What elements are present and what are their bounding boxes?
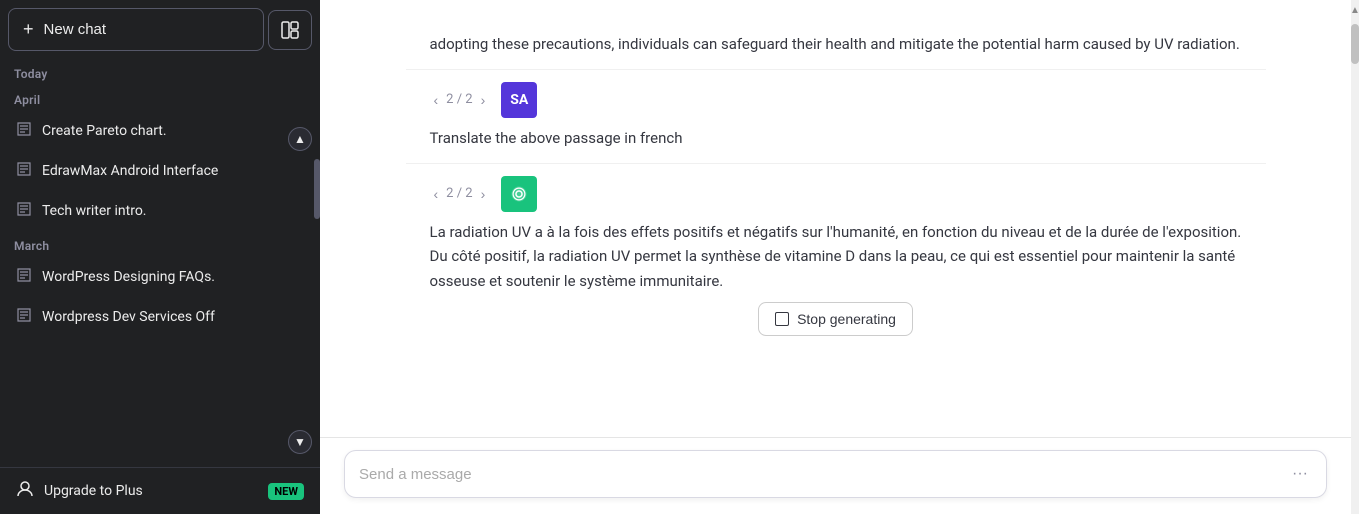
scroll-down-button[interactable]: ▼ <box>288 430 312 454</box>
sidebar: + New chat ▲ Today April Create Pareto c… <box>0 0 320 514</box>
scroll-up-arrow[interactable]: ▲ <box>1351 0 1359 20</box>
new-badge: NEW <box>268 483 304 500</box>
upgrade-label: Upgrade to Plus <box>44 483 143 499</box>
april-section-label: April <box>8 85 312 111</box>
ai-nav-controls: ‹ 2 / 2 › <box>430 184 490 204</box>
ai-next-button[interactable]: › <box>477 184 490 204</box>
chat-item-wordpress-faq[interactable]: WordPress Designing FAQs. <box>8 257 312 297</box>
window-scrollbar[interactable]: ▲ <box>1351 0 1359 514</box>
chat-label-tech-writer: Tech writer intro. <box>42 203 304 219</box>
ai-prev-button[interactable]: ‹ <box>430 184 443 204</box>
ai-message-text: La radiation UV a à la fois des effets p… <box>430 220 1242 294</box>
chat-item-edrawmax[interactable]: EdrawMax Android Interface <box>8 151 312 191</box>
scrollbar-thumb[interactable] <box>1351 24 1359 64</box>
stop-generating-label: Stop generating <box>797 311 896 327</box>
stop-btn-container: Stop generating <box>430 302 1242 336</box>
user-message-row: ‹ 2 / 2 › SA Translate the above passage… <box>406 69 1266 163</box>
user-nav-controls: ‹ 2 / 2 › <box>430 90 490 110</box>
user-message-header: ‹ 2 / 2 › SA <box>430 82 1242 118</box>
chat-scroll[interactable]: adopting these precautions, individuals … <box>320 0 1351 437</box>
user-avatar: SA <box>501 82 537 118</box>
new-chat-button[interactable]: + New chat <box>8 8 264 51</box>
ai-message-row: ‹ 2 / 2 › La radiation UV a à la fois de… <box>406 163 1266 356</box>
chat-item-wordpress-dev[interactable]: Wordpress Dev Services Off <box>8 297 312 337</box>
user-nav-counter: 2 / 2 <box>446 92 472 107</box>
ai-nav-counter: 2 / 2 <box>446 186 472 201</box>
chat-item-create-pareto[interactable]: Create Pareto chart. <box>8 111 312 151</box>
stop-generating-button[interactable]: Stop generating <box>758 302 913 336</box>
layout-icon <box>281 21 299 39</box>
chat-item-tech-writer[interactable]: Tech writer intro. <box>8 191 312 231</box>
ai-avatar <box>501 176 537 212</box>
chat-label-create-pareto: Create Pareto chart. <box>42 123 304 139</box>
user-next-button[interactable]: › <box>477 90 490 110</box>
ai-message-header: ‹ 2 / 2 › <box>430 176 1242 212</box>
scroll-up-button[interactable]: ▲ <box>288 127 312 151</box>
chat-icon-3 <box>16 201 32 221</box>
user-message-text: Translate the above passage in french <box>430 126 1242 151</box>
plus-icon: + <box>23 19 34 40</box>
stop-icon <box>775 312 789 326</box>
layout-toggle-button[interactable] <box>268 10 312 50</box>
chat-icon-2 <box>16 161 32 181</box>
input-actions: ··· <box>1288 461 1312 487</box>
chat-label-wordpress-faq: WordPress Designing FAQs. <box>42 269 304 285</box>
chat-label-wordpress-dev: Wordpress Dev Services Off <box>42 309 304 325</box>
chat-icon <box>16 121 32 141</box>
march-section-label: March <box>8 231 312 257</box>
more-options-button[interactable]: ··· <box>1288 461 1312 487</box>
chat-icon-5 <box>16 307 32 327</box>
prev-ai-text: adopting these precautions, individuals … <box>430 32 1242 57</box>
openai-logo <box>509 184 529 204</box>
message-input[interactable] <box>359 462 1288 486</box>
sidebar-scroll: ▲ Today April Create Pareto chart. Edraw… <box>0 59 320 467</box>
input-box: ··· <box>344 450 1327 498</box>
more-dots-icon: ··· <box>1292 465 1308 482</box>
upgrade-to-plus-button[interactable]: Upgrade to Plus NEW <box>0 467 320 514</box>
today-section-label: Today <box>8 59 312 85</box>
sidebar-header: + New chat <box>0 0 320 59</box>
person-icon <box>16 480 34 502</box>
chat-label-edrawmax: EdrawMax Android Interface <box>42 163 304 179</box>
prev-ai-message-row: adopting these precautions, individuals … <box>406 20 1266 69</box>
chat-icon-4 <box>16 267 32 287</box>
new-chat-label: New chat <box>44 21 107 38</box>
user-prev-button[interactable]: ‹ <box>430 90 443 110</box>
input-area: ··· <box>320 437 1351 514</box>
main-chat-area: adopting these precautions, individuals … <box>320 0 1351 514</box>
